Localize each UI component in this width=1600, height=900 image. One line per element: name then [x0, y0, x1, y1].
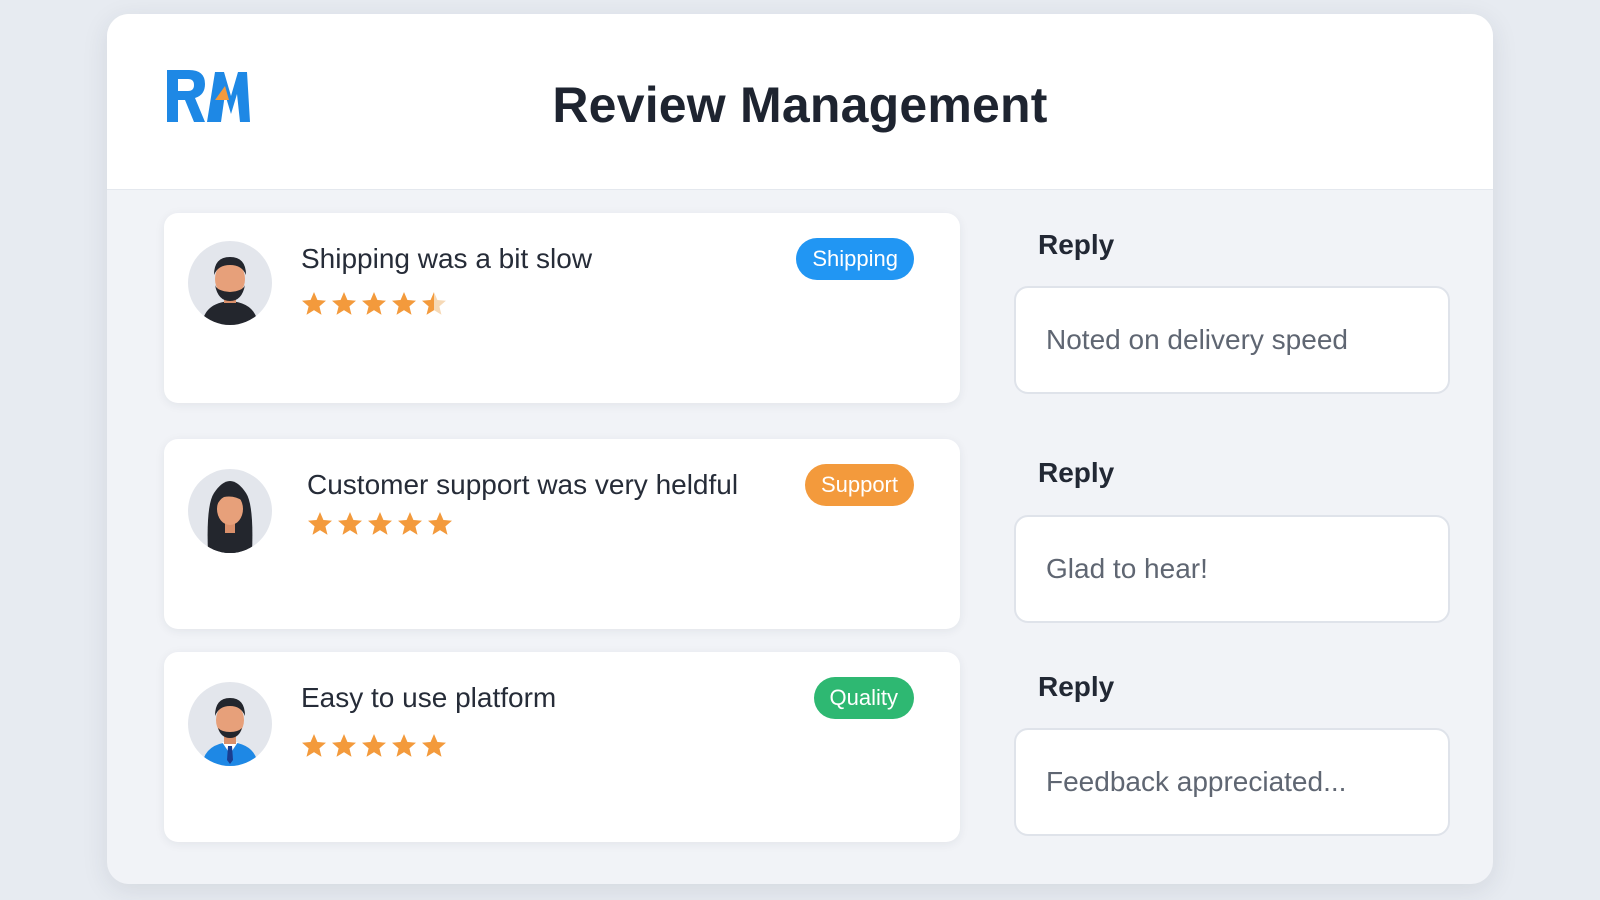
- star-full-icon: [302, 292, 326, 315]
- category-tag-quality[interactable]: Quality: [813, 677, 914, 719]
- header: RM Review Management: [107, 14, 1493, 190]
- review-card: Easy to use platform Quality: [164, 652, 960, 842]
- review-text: Easy to use platform: [301, 682, 557, 713]
- reply-input[interactable]: [1016, 288, 1448, 392]
- review-card: Shipping was a bit slow Shipping: [164, 213, 960, 403]
- bearded-man-avatar-icon: [188, 241, 272, 325]
- star-rating: [300, 290, 448, 320]
- reply-box: [1014, 286, 1450, 394]
- review-text: Shipping was a bit slow: [301, 243, 593, 274]
- reply-box: [1014, 728, 1450, 836]
- star-full-icon: [428, 512, 452, 535]
- star-full-icon: [332, 292, 356, 315]
- review-text: Customer support was very heldful: [307, 469, 739, 500]
- reply-input[interactable]: [1016, 730, 1448, 834]
- reply-input[interactable]: [1016, 517, 1448, 621]
- star-full-icon: [422, 734, 446, 757]
- star-full-icon: [392, 292, 416, 315]
- star-full-icon: [308, 512, 332, 535]
- review-card: Customer support was very heldful Suppor…: [164, 439, 960, 629]
- star-full-icon: [392, 734, 416, 757]
- star-full-icon: [398, 512, 422, 535]
- star-full-icon: [302, 734, 326, 757]
- page-title: Review Management: [552, 77, 1048, 133]
- star-full-icon: [368, 512, 392, 535]
- reply-box: [1014, 515, 1450, 623]
- star-full-icon: [332, 734, 356, 757]
- man-with-tie-avatar-icon: [188, 682, 272, 766]
- star-full-icon: [338, 512, 362, 535]
- star-half-icon: [422, 292, 446, 315]
- review-management-panel: RM Review Management Shipping was a bit …: [107, 14, 1493, 884]
- woman-avatar-icon: [188, 469, 272, 553]
- star-rating: [306, 510, 454, 540]
- star-rating: [300, 732, 448, 762]
- category-tag-support[interactable]: Support: [804, 464, 914, 506]
- reply-label: Reply: [1038, 671, 1115, 702]
- category-tag-shipping[interactable]: Shipping: [796, 238, 914, 280]
- star-full-icon: [362, 734, 386, 757]
- reply-label: Reply: [1038, 457, 1115, 488]
- star-full-icon: [362, 292, 386, 315]
- reply-label: Reply: [1038, 229, 1115, 260]
